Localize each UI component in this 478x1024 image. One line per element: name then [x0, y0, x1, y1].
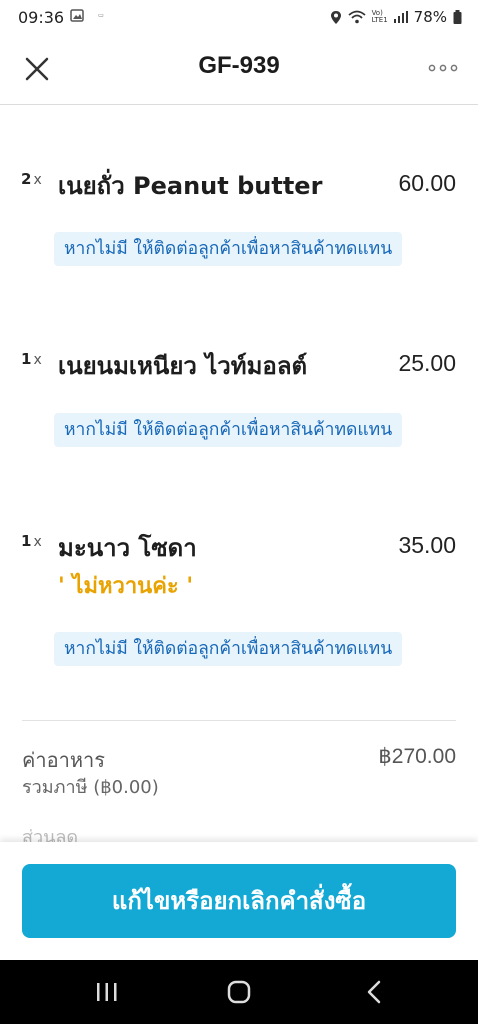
- lte-indicator: Vo) LTE1: [371, 9, 388, 24]
- status-bar: 09:36 ▭ Vo) LTE1 78%: [0, 0, 478, 36]
- app-notification-icon: ▭: [98, 11, 104, 19]
- image-icon: [70, 9, 84, 22]
- substitution-tag: หากไม่มี ให้ติดต่อลูกค้าเพื่อหาสินค้าทดแ…: [54, 632, 403, 666]
- notification-icons: ▭: [70, 9, 110, 22]
- substitution-tag: หากไม่มี ให้ติดต่อลูกค้าเพื่อหาสินค้าทดแ…: [54, 232, 403, 266]
- order-header: GF-939: [0, 36, 478, 105]
- item-quantity: 1x: [21, 350, 42, 368]
- item-quantity: 1x: [21, 532, 42, 550]
- tax-label: รวมภาษี (฿0.00): [22, 777, 159, 798]
- wifi-icon: [347, 10, 366, 24]
- item-name: เนยถั่ว Peanut butter: [58, 172, 323, 200]
- order-id-title: GF-939: [198, 52, 280, 79]
- food-cost-value: ฿270.00: [378, 745, 456, 768]
- status-time: 09:36: [18, 8, 65, 27]
- edit-or-cancel-order-button[interactable]: แก้ไขหรือยกเลิกคำสั่งซื้อ: [22, 864, 456, 938]
- system-navigation-bar: [0, 960, 478, 1024]
- battery-percent: 78%: [413, 8, 447, 26]
- summary-divider: [22, 720, 456, 721]
- item-name: มะนาว โซดา: [58, 534, 197, 562]
- item-note: ' ไม่หวานค่ะ ': [58, 574, 194, 599]
- back-icon: [367, 980, 381, 1004]
- status-right: Vo) LTE1 78%: [330, 8, 462, 26]
- substitution-tag: หากไม่มี ให้ติดต่อลูกค้าเพื่อหาสินค้าทดแ…: [54, 413, 403, 447]
- back-button[interactable]: [360, 978, 390, 1006]
- item-price: 35.00: [398, 532, 456, 558]
- recent-apps-button[interactable]: [92, 978, 122, 1006]
- battery-icon: [453, 10, 462, 24]
- item-name: เนยนมเหนียว ไวท์มอลต์: [58, 352, 308, 380]
- more-options-button[interactable]: [428, 60, 458, 74]
- home-icon: [227, 980, 251, 1004]
- item-quantity: 2x: [21, 170, 42, 188]
- location-icon: [330, 10, 341, 24]
- more-dots-icon: [428, 64, 458, 72]
- bottom-action-panel: แก้ไขหรือยกเลิกคำสั่งซื้อ: [0, 842, 478, 960]
- home-button[interactable]: [224, 978, 254, 1006]
- signal-icon: [393, 11, 408, 23]
- item-price: 60.00: [398, 170, 456, 196]
- recent-apps-icon: [97, 983, 117, 1001]
- item-price: 25.00: [398, 350, 456, 376]
